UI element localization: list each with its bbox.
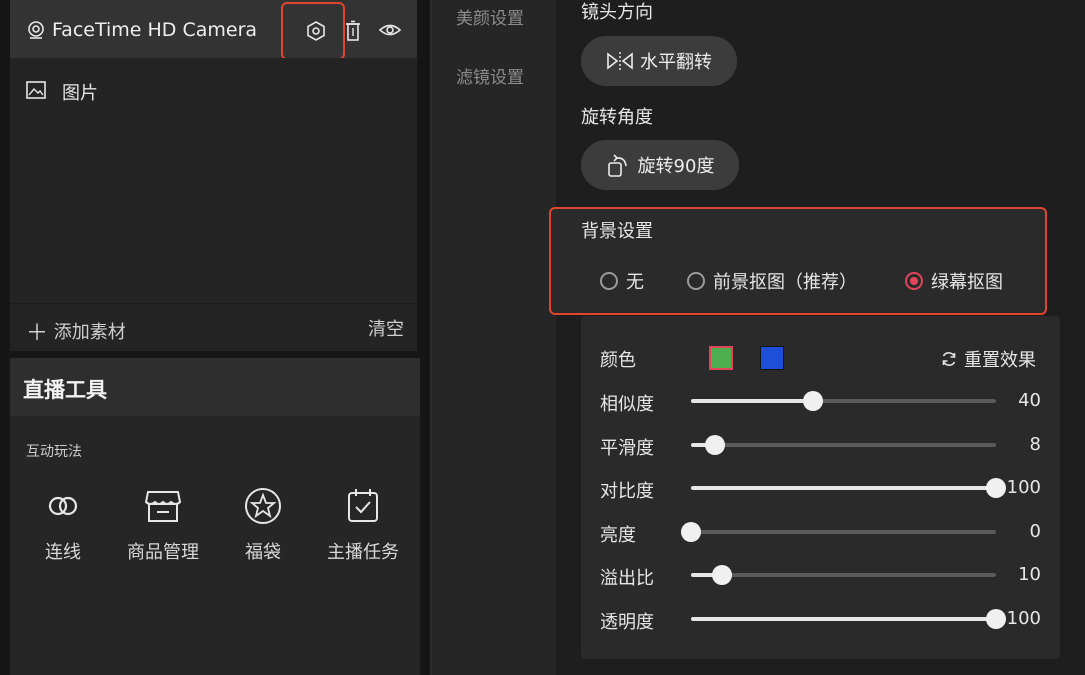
swatch-green[interactable]: [709, 346, 733, 370]
nav-beauty-settings[interactable]: 美颜设置: [456, 4, 524, 29]
radio-indicator-selected: [905, 272, 923, 290]
add-material-button[interactable]: ＋ 添加素材: [26, 315, 126, 347]
slider-knob[interactable]: [803, 391, 823, 411]
slider-contrast[interactable]: [691, 478, 1006, 498]
settings-nav: [432, 0, 556, 675]
slider-opacity[interactable]: [691, 609, 1006, 629]
slider-knob[interactable]: [711, 565, 732, 585]
source-title: FaceTime HD Camera: [52, 19, 258, 41]
tool-anchor-task[interactable]: 主播任务: [313, 486, 413, 564]
radio-label: 绿幕抠图: [931, 272, 1003, 293]
reset-label: 重置效果: [964, 350, 1036, 371]
clear-button[interactable]: 清空: [368, 315, 404, 341]
slider-value: 0: [1029, 521, 1041, 542]
rotation-angle-label: 旋转角度: [581, 107, 653, 128]
radio-indicator: [600, 272, 618, 290]
slider-fill: [691, 399, 813, 403]
reset-effect-button[interactable]: 重置效果: [940, 346, 1036, 372]
tool-product-management[interactable]: 商品管理: [113, 486, 213, 564]
slider-label-similarity: 相似度: [600, 394, 654, 415]
interaction-section-label: 互动玩法: [26, 444, 82, 460]
slider-smoothness[interactable]: [691, 435, 996, 455]
store-icon: [144, 491, 182, 522]
slider-spill-ratio[interactable]: [691, 565, 996, 585]
refresh-icon: [942, 352, 956, 366]
eye-icon[interactable]: [378, 21, 402, 39]
slider-label-contrast: 对比度: [600, 481, 654, 502]
add-material-label: 添加素材: [53, 322, 126, 343]
slider-fill: [691, 617, 996, 621]
tool-link[interactable]: 连线: [13, 486, 113, 564]
horizontal-flip-button[interactable]: 水平翻转: [581, 36, 737, 86]
slider-label-opacity: 透明度: [600, 612, 654, 633]
camera-icon: [28, 21, 44, 39]
slider-similarity[interactable]: [691, 391, 996, 411]
rotate-button-label: 旋转90度: [637, 156, 715, 177]
plus-icon: ＋: [26, 321, 49, 346]
task-calendar-icon: [348, 489, 378, 522]
image-icon: [26, 81, 46, 99]
radio-label: 无: [626, 272, 644, 293]
star-badge-icon: [245, 488, 281, 524]
image-source-label[interactable]: 图片: [62, 79, 98, 105]
nav-filter-settings[interactable]: 滤镜设置: [456, 63, 524, 88]
flip-button-label: 水平翻转: [640, 52, 712, 73]
background-settings-label: 背景设置: [581, 221, 653, 242]
radio-indicator: [687, 272, 705, 290]
radio-green-screen[interactable]: 绿幕抠图: [905, 268, 1003, 294]
rotate-90-button[interactable]: 旋转90度: [581, 140, 739, 190]
radio-foreground-matting[interactable]: 前景抠图（推荐）: [687, 268, 857, 294]
radio-none[interactable]: 无: [600, 268, 644, 294]
slider-value: 100: [1006, 477, 1041, 498]
tool-label: 福袋: [245, 542, 281, 563]
slider-value: 8: [1029, 434, 1041, 455]
swatch-blue[interactable]: [760, 346, 784, 370]
rotate-icon: [607, 154, 627, 177]
link-icon: [48, 496, 78, 516]
color-label: 颜色: [600, 350, 636, 371]
tool-label: 主播任务: [327, 542, 399, 563]
slider-knob[interactable]: [681, 522, 701, 542]
live-tools-title: 直播工具: [23, 378, 107, 402]
slider-fill: [691, 486, 996, 490]
slider-label-smoothness: 平滑度: [600, 438, 654, 459]
slider-value: 10: [1018, 564, 1041, 585]
tool-lucky-bag[interactable]: 福袋: [213, 486, 313, 564]
slider-brightness[interactable]: [681, 522, 996, 542]
slider-knob[interactable]: [986, 609, 1006, 629]
slider-knob[interactable]: [986, 478, 1006, 498]
slider-value: 100: [1006, 608, 1041, 629]
slider-label-brightness: 亮度: [600, 525, 636, 546]
tool-label: 连线: [45, 542, 81, 563]
slider-label-spill-ratio: 溢出比: [600, 568, 654, 589]
radio-label: 前景抠图（推荐）: [713, 272, 857, 293]
tool-label: 商品管理: [127, 542, 199, 563]
trash-icon[interactable]: [344, 20, 362, 42]
flip-horizontal-icon: [607, 52, 633, 70]
slider-value: 40: [1018, 390, 1041, 411]
settings-hexagon-icon[interactable]: [305, 20, 327, 42]
lens-direction-label: 镜头方向: [581, 2, 653, 23]
